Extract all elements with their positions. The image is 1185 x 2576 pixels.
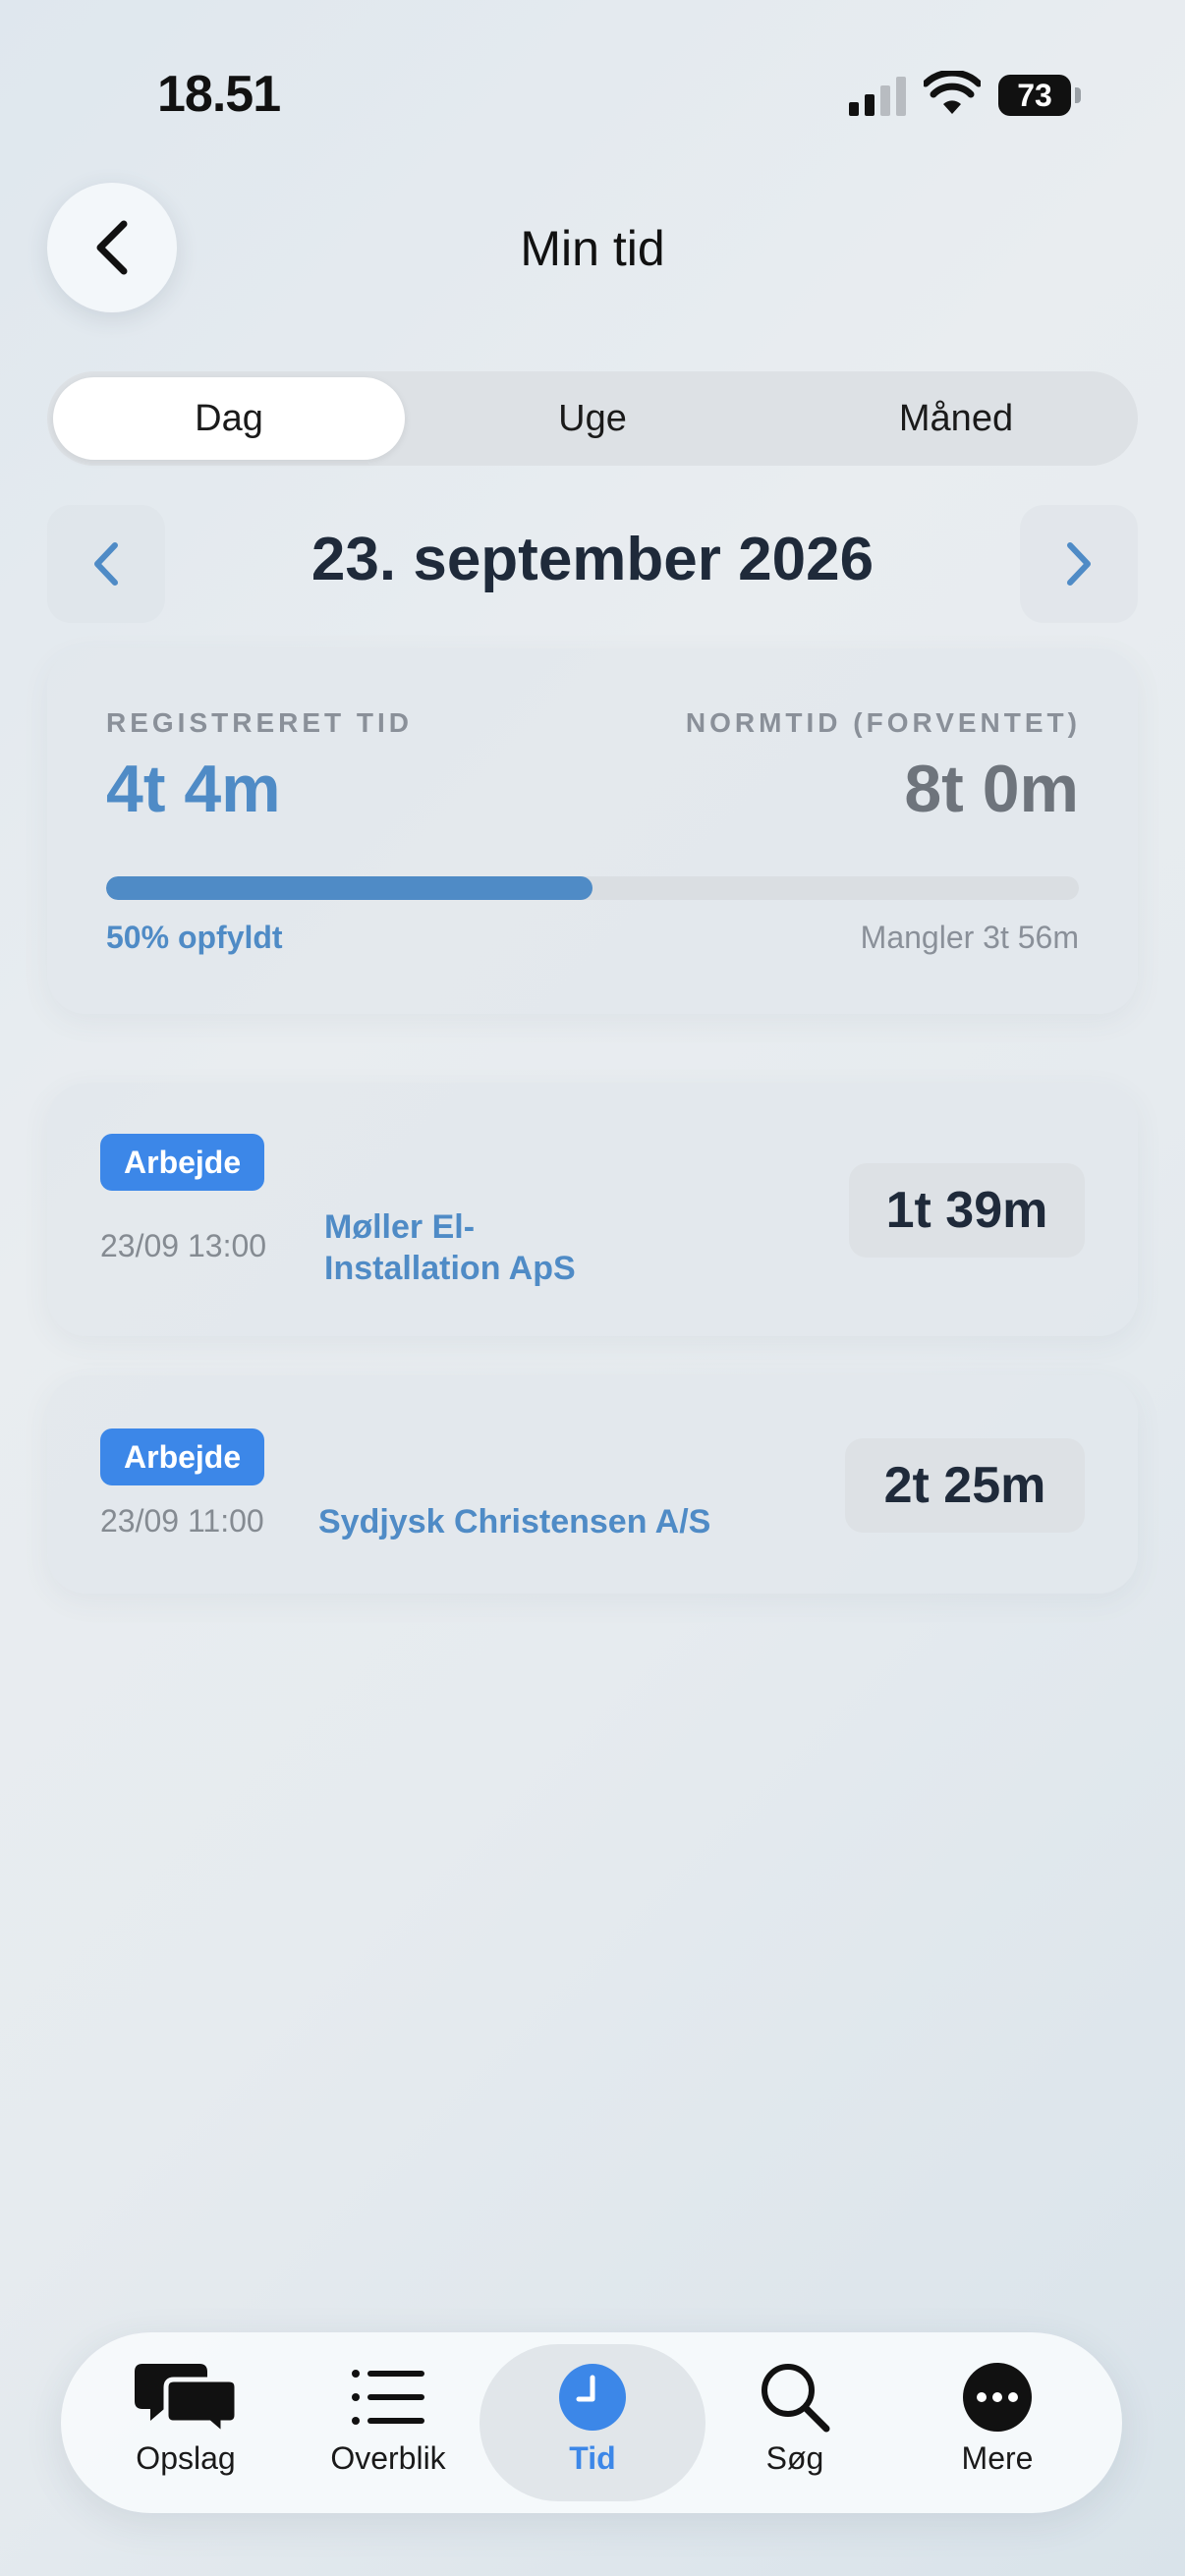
tab-mere[interactable]: Mere [884, 2344, 1110, 2501]
registered-time-label: REGISTRERET TID [106, 707, 414, 738]
progress-bar [106, 876, 1079, 900]
tab-label: Tid [569, 2440, 616, 2476]
more-icon [963, 2363, 1032, 2432]
entry-datetime: 23/09 11:00 [100, 1503, 264, 1539]
registered-time-value: 4t 4m [106, 752, 281, 826]
entry-type-badge: Arbejde [100, 1428, 265, 1485]
tab-label: Opslag [136, 2440, 236, 2476]
tab-label: Søg [765, 2440, 824, 2476]
clock-icon [559, 2364, 626, 2431]
entry-client-line: Møller El- [324, 1208, 476, 1246]
entry-client-line: Installation ApS [324, 1250, 576, 1287]
entry-client-line: Sydjysk Christensen A/S [318, 1503, 711, 1540]
wifi-icon [924, 71, 981, 114]
progress-percent: 50% opfyldt [106, 920, 283, 955]
list-icon [352, 2370, 424, 2425]
missing-time: Mangler 3t 56m [860, 920, 1079, 955]
current-date: 23. september 2026 [310, 526, 875, 593]
status-time: 18.51 [157, 66, 281, 123]
tab-soeg[interactable]: Søg [682, 2344, 908, 2501]
entry-client[interactable]: Sydjysk Christensen A/S [318, 1501, 710, 1542]
cellular-signal-icon [849, 77, 906, 116]
battery-icon: 73 [998, 75, 1081, 116]
tab-tid[interactable]: Tid [480, 2344, 705, 2501]
entry-client[interactable]: Møller El- Installation ApS [324, 1206, 576, 1289]
entry-datetime: 23/09 13:00 [100, 1228, 267, 1263]
entry-duration: 1t 39m [849, 1163, 1085, 1258]
progress-fill [106, 876, 592, 900]
tab-label: Overblik [330, 2440, 446, 2476]
segment-week[interactable]: Uge [417, 377, 768, 460]
tab-overblik[interactable]: Overblik [275, 2344, 501, 2501]
segment-day[interactable]: Dag [53, 377, 405, 460]
battery-level: 73 [998, 75, 1071, 116]
period-segmented-control: Dag Uge Måned [47, 371, 1138, 466]
bottom-tab-bar: Opslag Overblik Tid Søg Mere [61, 2332, 1122, 2513]
time-summary-card [47, 648, 1138, 1014]
norm-time-value: 8t 0m [904, 752, 1079, 826]
segment-month[interactable]: Måned [780, 377, 1132, 460]
entry-duration: 2t 25m [845, 1438, 1085, 1533]
next-date-button[interactable] [1020, 505, 1138, 623]
entry-type-badge: Arbejde [100, 1134, 265, 1191]
page-title: Min tid [520, 221, 665, 276]
chat-bubbles-icon [135, 2364, 237, 2436]
norm-time-label: NORMTID (FORVENTET) [685, 707, 1081, 738]
chevron-right-icon [1067, 542, 1091, 586]
tab-label: Mere [961, 2440, 1034, 2476]
tab-opslag[interactable]: Opslag [73, 2344, 299, 2501]
search-icon [762, 2364, 830, 2433]
